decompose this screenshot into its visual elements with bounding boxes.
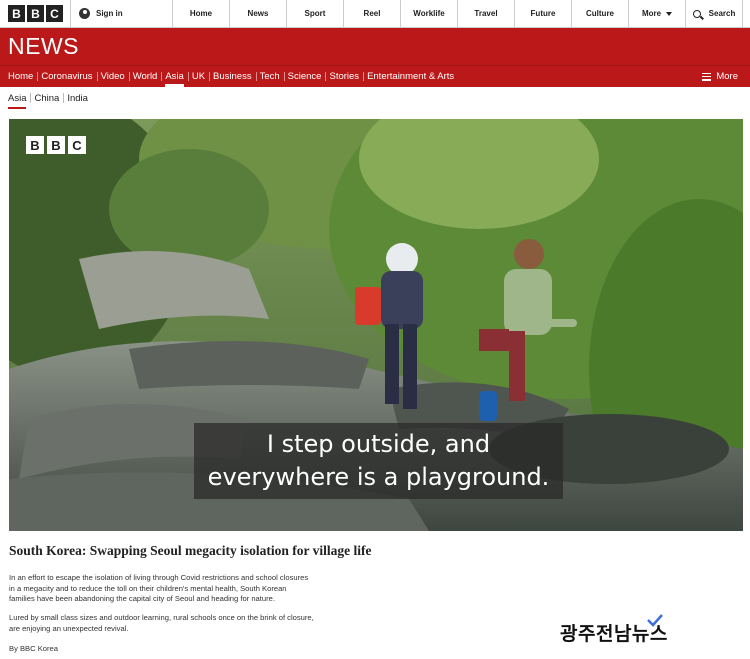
top-nav-more-label: More xyxy=(641,9,662,18)
top-nav-more-button[interactable]: More xyxy=(628,0,685,27)
article-headline[interactable]: South Korea: Swapping Seoul megacity iso… xyxy=(9,543,609,559)
bbc-logo-letter: C xyxy=(46,5,63,22)
news-wordmark[interactable]: NEWS xyxy=(8,33,79,60)
paragraph-line: Lured by small class sizes and outdoor l… xyxy=(9,613,314,622)
top-nav-culture[interactable]: Culture xyxy=(571,0,628,27)
sub-nav-asia[interactable]: Asia xyxy=(8,87,30,109)
top-nav-reel[interactable]: Reel xyxy=(343,0,400,27)
section-nav-world[interactable]: World xyxy=(128,66,162,87)
article-paragraph: Lured by small class sizes and outdoor l… xyxy=(9,613,359,634)
top-bar: B B C Sign in Home News Sport Reel Workl… xyxy=(0,0,750,28)
section-nav-more-label: More xyxy=(716,71,738,82)
checkmark-icon xyxy=(647,614,663,627)
subtitle-line: everywhere is a playground. xyxy=(207,463,550,491)
sub-nav: Asia China India xyxy=(0,87,750,109)
section-nav-home[interactable]: Home xyxy=(8,66,37,87)
sign-in-label: Sign in xyxy=(96,9,123,18)
top-nav-worklife[interactable]: Worklife xyxy=(400,0,457,27)
publisher-watermark: 광주전남뉴스 xyxy=(560,614,668,646)
chevron-down-icon xyxy=(666,11,673,16)
bbc-logo-letter: B xyxy=(27,5,44,22)
sub-nav-india[interactable]: India xyxy=(63,87,92,109)
search-icon xyxy=(692,9,701,18)
video-subtitle: I step outside, and everywhere is a play… xyxy=(194,423,563,499)
top-nav-travel[interactable]: Travel xyxy=(457,0,514,27)
search-button[interactable]: Search xyxy=(685,0,743,27)
section-nav-asia[interactable]: Asia xyxy=(161,66,187,87)
menu-icon xyxy=(702,72,712,81)
top-nav-sport[interactable]: Sport xyxy=(286,0,343,27)
video-logo-letter: C xyxy=(68,136,86,154)
paragraph-line: families have been abandoning the capita… xyxy=(9,594,275,603)
sub-nav-china[interactable]: China xyxy=(30,87,63,109)
section-nav-science[interactable]: Science xyxy=(283,66,326,87)
section-nav-business[interactable]: Business xyxy=(209,66,256,87)
top-nav-home[interactable]: Home xyxy=(172,0,229,27)
video-logo-letter: B xyxy=(47,136,65,154)
sign-in-button[interactable]: Sign in xyxy=(70,0,172,27)
section-nav-stories[interactable]: Stories xyxy=(325,66,363,87)
section-nav-uk[interactable]: UK xyxy=(187,66,209,87)
top-nav-future[interactable]: Future xyxy=(514,0,571,27)
subtitle-line: I step outside, and xyxy=(266,430,491,458)
video-bbc-logo: B B C xyxy=(26,136,86,154)
paragraph-line: In an effort to escape the isolation of … xyxy=(9,573,309,582)
search-label: Search xyxy=(708,9,736,18)
section-nav-tech[interactable]: Tech xyxy=(255,66,284,87)
bbc-logo-letter: B xyxy=(8,5,25,22)
bbc-logo[interactable]: B B C xyxy=(0,0,70,27)
video-player[interactable]: B B C I step outside, and everywhere is … xyxy=(9,119,743,531)
section-nav-entertainment-arts[interactable]: Entertainment & Arts xyxy=(363,66,458,87)
video-logo-letter: B xyxy=(26,136,44,154)
top-nav-news[interactable]: News xyxy=(229,0,286,27)
news-banner: NEWS xyxy=(0,28,750,65)
section-nav-more-button[interactable]: More xyxy=(702,66,738,87)
section-nav: Home Coronavirus Video World Asia UK Bus… xyxy=(0,65,750,87)
paragraph-line: in a megacity and to reduce the toll on … xyxy=(9,583,287,593)
paragraph-line: are enjoying an unexpected revival. xyxy=(9,623,129,633)
top-nav: Home News Sport Reel Worklife Travel Fut… xyxy=(172,0,750,27)
section-nav-coronavirus[interactable]: Coronavirus xyxy=(37,66,96,87)
article-paragraph: In an effort to escape the isolation of … xyxy=(9,573,359,605)
article-byline: By BBC Korea xyxy=(9,644,58,653)
section-nav-video[interactable]: Video xyxy=(96,66,129,87)
user-icon xyxy=(79,8,90,19)
